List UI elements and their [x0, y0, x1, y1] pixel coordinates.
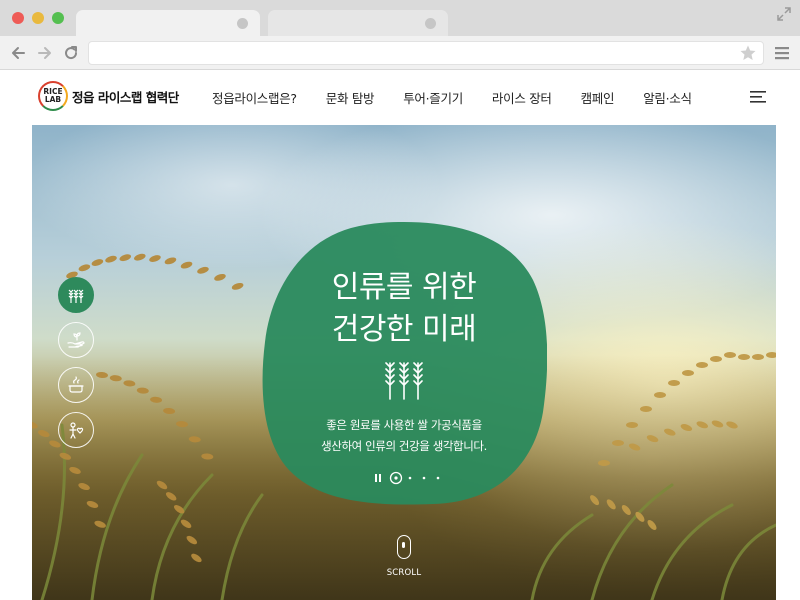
browser-toolbar	[0, 36, 800, 70]
window-close-button[interactable]	[12, 12, 24, 24]
logo-mark-text-bottom: LAB	[44, 95, 62, 104]
hero-description: 좋은 원료를 사용한 쌀 가공식품을 생산하여 인류의 건강을 생각합니다.	[271, 415, 537, 457]
logo-text: 정읍 라이스랩 협력단	[72, 89, 179, 105]
hamburger-icon[interactable]	[750, 89, 768, 105]
slider-pager	[375, 471, 440, 485]
scroll-label: SCROLL	[386, 568, 422, 578]
side-nav-seedling-button[interactable]	[58, 322, 94, 358]
hand-seedling-icon	[67, 332, 85, 348]
wheat-icon	[385, 362, 423, 400]
browser-tab-inactive[interactable]	[268, 10, 448, 36]
tab-close-icon[interactable]	[237, 18, 248, 29]
browser-tab-active[interactable]	[76, 10, 260, 36]
tab-close-icon[interactable]	[425, 18, 436, 29]
wheat-icon	[68, 289, 84, 303]
bookmark-star-icon[interactable]	[739, 44, 757, 62]
side-nav-wheat-button[interactable]	[58, 277, 94, 313]
browser-titlebar	[0, 0, 800, 36]
hero-description-line-1: 좋은 원료를 사용한 쌀 가공식품을	[326, 418, 482, 432]
window-maximize-button[interactable]	[52, 12, 64, 24]
rice-lab-logo-mark: RICE LAB	[38, 81, 68, 111]
cooking-pot-icon	[68, 376, 84, 393]
hero-description-line-2: 생산하여 인류의 건강을 생각합니다.	[321, 439, 487, 453]
site-logo[interactable]: RICE LAB 정읍 라이스랩 협력단	[38, 81, 179, 111]
reload-icon[interactable]	[62, 44, 80, 62]
main-navigation: 정읍라이스랩은? 문화 탐방 투어·즐기기 라이스 장터 캠페인 알림·소식	[198, 70, 692, 125]
hero-section: 인류를 위한 건강한 미래 좋은 원료를 사용한 쌀 가공식품을 생산하여 인류…	[32, 125, 776, 600]
nav-item-campaign[interactable]: 캠페인	[581, 88, 615, 107]
side-nav-wellness-button[interactable]	[58, 412, 94, 448]
nav-item-market[interactable]: 라이스 장터	[492, 88, 552, 107]
hero-title: 인류를 위한 건강한 미래	[261, 267, 547, 351]
hero-title-line-1: 인류를 위한	[331, 270, 477, 305]
scroll-down-button[interactable]: SCROLL	[387, 535, 421, 585]
nav-item-culture[interactable]: 문화 탐방	[326, 88, 375, 107]
nav-item-about[interactable]: 정읍라이스랩은?	[212, 88, 297, 107]
window-minimize-button[interactable]	[32, 12, 44, 24]
nav-item-news[interactable]: 알림·소식	[643, 88, 692, 107]
pause-icon[interactable]	[375, 474, 381, 482]
hero-title-line-2: 건강한 미래	[331, 312, 477, 347]
slide-dot[interactable]	[422, 476, 426, 480]
nav-item-tour[interactable]: 투어·즐기기	[403, 88, 463, 107]
forward-arrow-icon[interactable]	[36, 44, 54, 62]
side-nav-cooking-button[interactable]	[58, 367, 94, 403]
slide-dot[interactable]	[436, 476, 440, 480]
slide-dot-active[interactable]	[389, 471, 403, 485]
url-input[interactable]	[99, 42, 719, 64]
mouse-icon	[397, 535, 411, 559]
fullscreen-icon[interactable]	[776, 6, 792, 22]
address-bar[interactable]	[88, 41, 764, 65]
back-arrow-icon[interactable]	[9, 44, 27, 62]
site-header: RICE LAB 정읍 라이스랩 협력단 정읍라이스랩은? 문화 탐방 투어·즐…	[0, 70, 800, 125]
slide-dot[interactable]	[408, 476, 412, 480]
browser-menu-icon[interactable]	[774, 45, 790, 61]
person-heart-icon	[69, 422, 84, 439]
